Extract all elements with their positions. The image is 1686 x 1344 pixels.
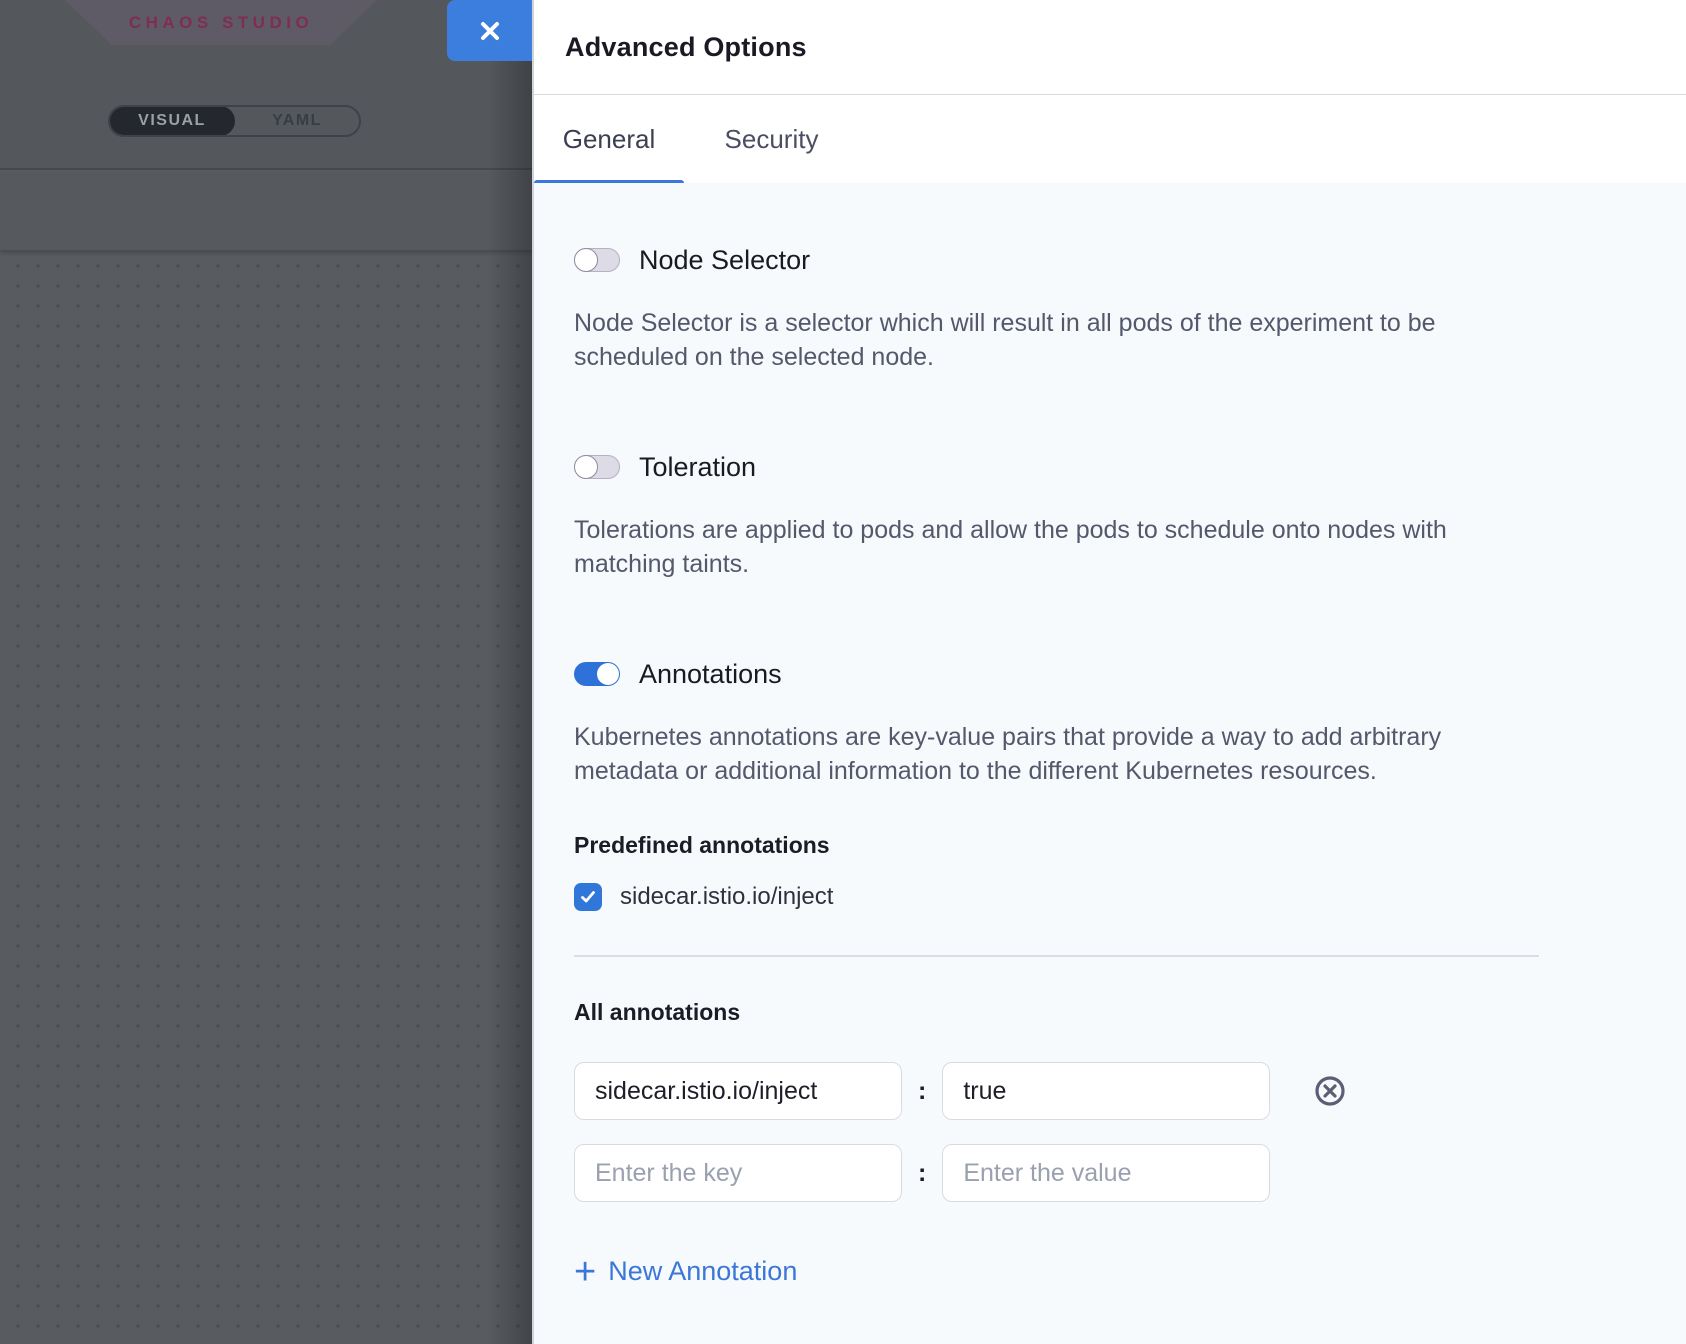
annotation-separator: : <box>918 1159 926 1188</box>
predefined-annotations-heading: Predefined annotations <box>574 832 1686 859</box>
toggle-knob <box>597 663 619 685</box>
annotation-value-input[interactable] <box>942 1062 1270 1120</box>
toleration-toggle[interactable] <box>574 455 620 479</box>
annotations-label: Annotations <box>639 659 782 690</box>
annotations-description: Kubernetes annotations are key-value pai… <box>574 720 1564 788</box>
check-icon <box>579 888 597 906</box>
annotation-separator: : <box>918 1077 926 1106</box>
toleration-label: Toleration <box>639 452 756 483</box>
node-selector-description: Node Selector is a selector which will r… <box>574 306 1564 374</box>
annotation-key-input[interactable] <box>574 1144 902 1202</box>
node-selector-row: Node Selector <box>574 247 1686 273</box>
toleration-row: Toleration <box>574 454 1686 480</box>
annotations-row: Annotations <box>574 661 1686 687</box>
view-toggle-visual[interactable]: VISUAL <box>109 106 235 136</box>
close-icon <box>477 18 503 44</box>
general-tab-content: Node Selector Node Selector is a selecto… <box>534 183 1686 1344</box>
remove-annotation-button[interactable] <box>1314 1075 1346 1107</box>
panel-edge-shadow <box>488 0 532 1344</box>
predefined-annotation-item: sidecar.istio.io/inject <box>574 883 1686 911</box>
advanced-options-panel: Advanced Options General Security Node S… <box>532 0 1686 1344</box>
close-drawer-button[interactable] <box>447 0 532 61</box>
view-toggle-yaml[interactable]: YAML <box>235 107 359 135</box>
tab-general[interactable]: General <box>534 95 684 183</box>
toleration-description: Tolerations are applied to pods and allo… <box>574 513 1564 581</box>
predefined-annotation-label: sidecar.istio.io/inject <box>620 883 833 911</box>
annotation-row: : <box>574 1062 1686 1120</box>
node-selector-toggle[interactable] <box>574 248 620 272</box>
chaos-studio-badge: CHAOS STUDIO <box>65 0 377 45</box>
panel-header: Advanced Options <box>534 0 1686 95</box>
annotation-value-input[interactable] <box>942 1144 1270 1202</box>
remove-annotation-icon <box>1314 1075 1346 1107</box>
panel-title: Advanced Options <box>565 32 807 63</box>
section-divider <box>574 955 1539 957</box>
annotation-key-input[interactable] <box>574 1062 902 1120</box>
new-annotation-label: New Annotation <box>608 1256 797 1287</box>
canvas-dot-grid <box>0 250 532 1344</box>
tab-bar: General Security <box>534 95 1686 183</box>
node-selector-label: Node Selector <box>639 245 810 276</box>
tab-security[interactable]: Security <box>684 95 859 183</box>
predefined-annotation-checkbox[interactable] <box>574 883 602 911</box>
new-annotation-button[interactable]: + New Annotation <box>574 1256 797 1287</box>
studio-title: CHAOS STUDIO <box>129 13 313 33</box>
annotations-toggle[interactable] <box>574 662 620 686</box>
canvas-toolbar <box>0 172 532 250</box>
toggle-knob <box>574 455 598 479</box>
all-annotations-heading: All annotations <box>574 999 1686 1026</box>
toggle-knob <box>574 248 598 272</box>
view-mode-toggle[interactable]: VISUAL YAML <box>108 105 361 137</box>
dimmed-background: CHAOS STUDIO VISUAL YAML <box>0 0 532 1344</box>
annotation-row: : <box>574 1144 1686 1202</box>
plus-icon: + <box>574 1257 596 1287</box>
